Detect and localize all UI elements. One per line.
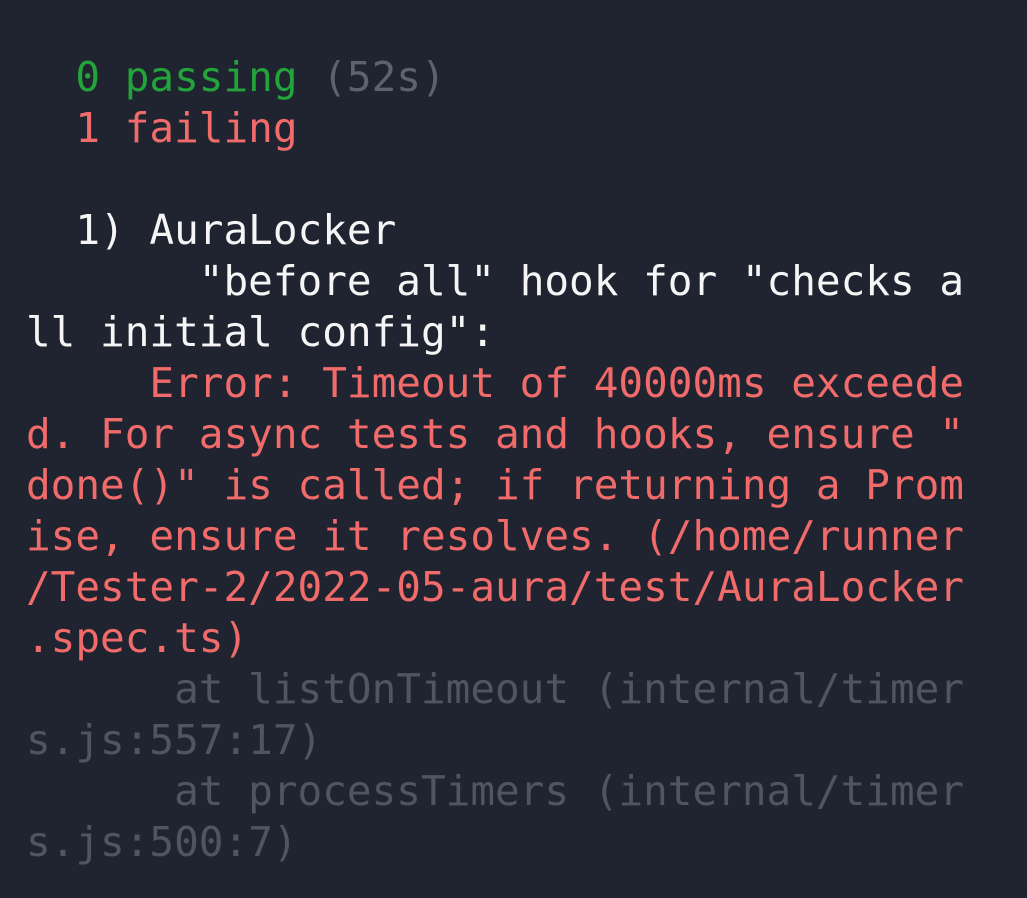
error-line-4: ise, ensure it resolves. (/home/runner <box>26 511 1001 562</box>
error-line-5: /Tester-2/2022-05-aura/test/AuraLocker <box>26 562 1001 613</box>
stack-text-2: s.js:557:17) <box>26 716 323 764</box>
stack-text-3: at processTimers (internal/timer <box>174 767 964 815</box>
error-line-1: Error: Timeout of 40000ms exceede <box>26 358 1001 409</box>
error-text-6: .spec.ts) <box>26 614 249 662</box>
error-line-3: done()" is called; if returning a Prom <box>26 460 1001 511</box>
terminal-output: 0 passing (52s) 1 failing 1) AuraLocker … <box>0 0 1027 898</box>
error-text-5: /Tester-2/2022-05-aura/test/AuraLocker <box>26 563 964 611</box>
stack-text-1: at listOnTimeout (internal/timer <box>174 665 964 713</box>
error-text-1: Error: Timeout of 40000ms exceede <box>149 359 964 407</box>
error-line-2: d. For async tests and hooks, ensure " <box>26 409 1001 460</box>
failure-title: 1) AuraLocker <box>75 206 397 254</box>
hook-description-part-1: "before all" hook for "checks a <box>198 257 965 305</box>
failing-count: 1 failing <box>75 104 298 152</box>
stack-line-2: s.js:557:17) <box>26 715 1001 766</box>
top-padding <box>26 0 1001 52</box>
error-text-2: d. For async tests and hooks, ensure " <box>26 410 964 458</box>
failure-title-line: 1) AuraLocker <box>26 205 1001 256</box>
hook-description-part-2: ll initial config": <box>26 308 495 356</box>
hook-description-line-2: ll initial config": <box>26 307 1001 358</box>
passing-summary-line: 0 passing (52s) <box>26 52 1001 103</box>
passing-count: 0 passing <box>75 53 298 101</box>
stack-line-1: at listOnTimeout (internal/timer <box>26 664 1001 715</box>
error-line-6: .spec.ts) <box>26 613 1001 664</box>
passing-duration: (52s) <box>322 53 446 101</box>
stack-line-3: at processTimers (internal/timer <box>26 766 1001 817</box>
hook-description-line-1: "before all" hook for "checks a <box>26 256 1001 307</box>
error-text-4: ise, ensure it resolves. (/home/runner <box>26 512 964 560</box>
stack-line-4: s.js:500:7) <box>26 817 1001 868</box>
stack-text-4: s.js:500:7) <box>26 818 298 866</box>
failing-summary-line: 1 failing <box>26 103 1001 154</box>
error-text-3: done()" is called; if returning a Prom <box>26 461 964 509</box>
